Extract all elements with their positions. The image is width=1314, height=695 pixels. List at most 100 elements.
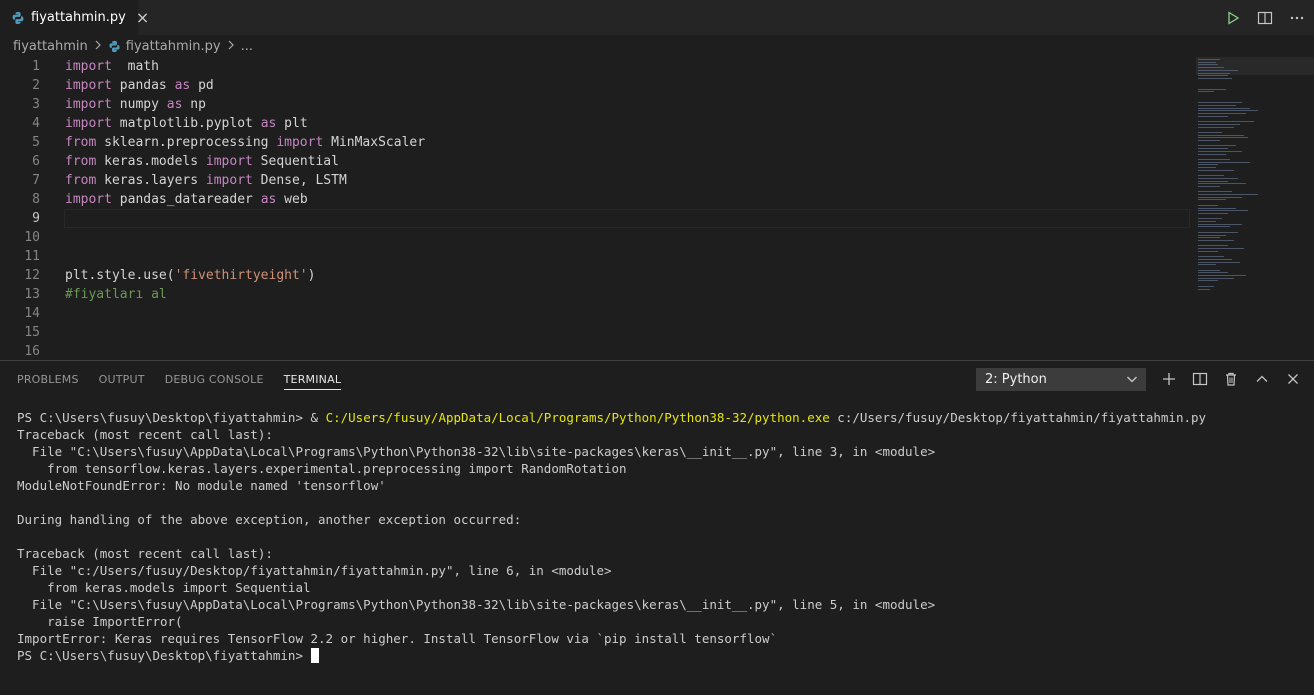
minimap[interactable] bbox=[1196, 57, 1314, 360]
tab-debug-console[interactable]: DEBUG CONSOLE bbox=[165, 361, 264, 398]
minimap-line bbox=[1198, 126, 1234, 128]
minimap-line bbox=[1198, 140, 1220, 141]
tab-fiyattahmin-py[interactable]: fiyattahmin.py × bbox=[0, 0, 149, 35]
terminal-line: from keras.models import Sequential bbox=[17, 579, 1307, 596]
close-panel-icon[interactable] bbox=[1284, 370, 1302, 388]
code-token: as bbox=[260, 116, 277, 131]
terminal-line: PS C:\Users\fusuy\Desktop\fiyattahmin> &… bbox=[17, 409, 1307, 426]
code-token: as bbox=[166, 97, 183, 112]
terminal-line: File "c:/Users/fusuy/Desktop/fiyattahmin… bbox=[17, 562, 1307, 579]
minimap-line bbox=[1198, 107, 1250, 109]
minimap-line bbox=[1198, 110, 1258, 112]
code-text: import math bbox=[65, 57, 159, 76]
terminal-text: File "c:/Users/fusuy/Desktop/fiyattahmin… bbox=[17, 563, 612, 578]
line-number: 10 bbox=[24, 230, 40, 245]
minimap-line bbox=[1198, 175, 1224, 177]
code-token: #fiyatları al bbox=[65, 287, 167, 302]
terminal-output[interactable]: PS C:\Users\fusuy\Desktop\fiyattahmin> &… bbox=[17, 409, 1307, 664]
tab-terminal[interactable]: TERMINAL bbox=[283, 361, 342, 398]
split-editor-icon[interactable] bbox=[1256, 9, 1274, 27]
minimap-line bbox=[1198, 167, 1216, 168]
add-terminal-icon[interactable] bbox=[1160, 370, 1178, 388]
tab-label: fiyattahmin.py bbox=[31, 10, 126, 25]
line-number: 13 bbox=[24, 287, 40, 302]
minimap-line bbox=[1198, 234, 1226, 236]
minimap-line bbox=[1198, 245, 1228, 247]
code-token: from bbox=[65, 173, 97, 188]
line-number: 2 bbox=[32, 78, 40, 93]
code-token: sklearn.preprocessing bbox=[96, 135, 277, 150]
minimap-line bbox=[1198, 77, 1232, 79]
code-token: import bbox=[205, 154, 253, 169]
code-text: import numpy as np bbox=[65, 95, 206, 114]
line-number: 8 bbox=[32, 192, 40, 207]
minimap-line bbox=[1198, 134, 1244, 136]
minimap-line bbox=[1198, 115, 1228, 117]
code-token: from bbox=[65, 154, 97, 169]
minimap-line bbox=[1198, 91, 1214, 93]
terminal-text: File "C:\Users\fusuy\AppData\Local\Progr… bbox=[17, 444, 936, 459]
more-actions-icon[interactable] bbox=[1288, 9, 1306, 27]
tab-output[interactable]: OUTPUT bbox=[99, 361, 145, 398]
line-number: 5 bbox=[32, 135, 40, 150]
terminal-select[interactable]: 2: Python bbox=[976, 368, 1146, 391]
minimap-line bbox=[1198, 102, 1242, 104]
python-file-icon bbox=[11, 11, 25, 25]
minimap-line bbox=[1198, 113, 1246, 114]
minimap-line bbox=[1198, 258, 1232, 260]
chevron-down-icon bbox=[1126, 372, 1138, 390]
terminal-line: During handling of the above exception, … bbox=[17, 511, 1307, 528]
terminal-line: Traceback (most recent call last): bbox=[17, 426, 1307, 443]
terminal-text: PS C:\Users\fusuy\Desktop\fiyattahmin> & bbox=[17, 410, 326, 425]
code-token: 'fivethirtyeight' bbox=[174, 268, 308, 283]
chevron-right-icon bbox=[94, 39, 102, 54]
breadcrumb-file[interactable]: fiyattahmin.py bbox=[126, 39, 221, 54]
minimap-line bbox=[1198, 121, 1254, 123]
terminal-line: Traceback (most recent call last): bbox=[17, 545, 1307, 562]
trash-icon[interactable] bbox=[1222, 370, 1240, 388]
code-editor[interactable]: 1 import math 2 import pandas as pd 3 import … bbox=[0, 57, 1314, 360]
code-token: plt bbox=[276, 116, 308, 131]
code-line: 16 bbox=[0, 342, 1190, 360]
line-number: 6 bbox=[32, 154, 40, 169]
minimap-line bbox=[1198, 161, 1250, 163]
terminal-line: from tensorflow.keras.layers.experimenta… bbox=[17, 460, 1307, 477]
code-token: keras.layers bbox=[96, 173, 206, 188]
split-terminal-icon[interactable] bbox=[1191, 370, 1209, 388]
minimap-line bbox=[1198, 104, 1236, 106]
close-icon[interactable]: × bbox=[136, 9, 149, 26]
code-token: Dense, LSTM bbox=[252, 173, 347, 188]
panel-tabs: PROBLEMS OUTPUT DEBUG CONSOLE TERMINAL bbox=[17, 361, 361, 398]
minimap-line bbox=[1198, 75, 1228, 77]
minimap-line bbox=[1198, 123, 1240, 125]
maximize-panel-icon[interactable] bbox=[1253, 370, 1271, 388]
minimap-line bbox=[1198, 64, 1218, 66]
line-number: 4 bbox=[32, 116, 40, 131]
code-token: as bbox=[174, 78, 191, 93]
line-number: 9 bbox=[32, 211, 40, 226]
code-line: 5 from sklearn.preprocessing import MinMa… bbox=[0, 133, 1190, 152]
minimap-line bbox=[1198, 231, 1238, 233]
breadcrumb: fiyattahmin fiyattahmin.py ... bbox=[0, 35, 1314, 57]
code-line: 6 from keras.models import Sequential bbox=[0, 152, 1190, 171]
minimap-line bbox=[1198, 88, 1226, 90]
minimap-line bbox=[1198, 72, 1230, 74]
line-number: 11 bbox=[24, 249, 40, 264]
code-token: web bbox=[276, 192, 308, 207]
code-token: pandas_datareader bbox=[111, 192, 261, 207]
minimap-line bbox=[1198, 191, 1232, 193]
code-line: 3 import numpy as np bbox=[0, 95, 1190, 114]
minimap-line bbox=[1198, 150, 1242, 152]
breadcrumb-ellipsis[interactable]: ... bbox=[241, 39, 253, 54]
terminal-text: During handling of the above exception, … bbox=[17, 512, 522, 527]
minimap-line bbox=[1198, 239, 1234, 241]
chevron-right-icon bbox=[227, 39, 235, 54]
code-token: import bbox=[65, 78, 112, 93]
run-icon[interactable] bbox=[1224, 9, 1242, 27]
code-line: 4 import matplotlib.pyplot as plt bbox=[0, 114, 1190, 133]
python-file-icon bbox=[108, 40, 121, 53]
tab-problems[interactable]: PROBLEMS bbox=[17, 361, 79, 398]
breadcrumb-folder[interactable]: fiyattahmin bbox=[13, 39, 88, 54]
